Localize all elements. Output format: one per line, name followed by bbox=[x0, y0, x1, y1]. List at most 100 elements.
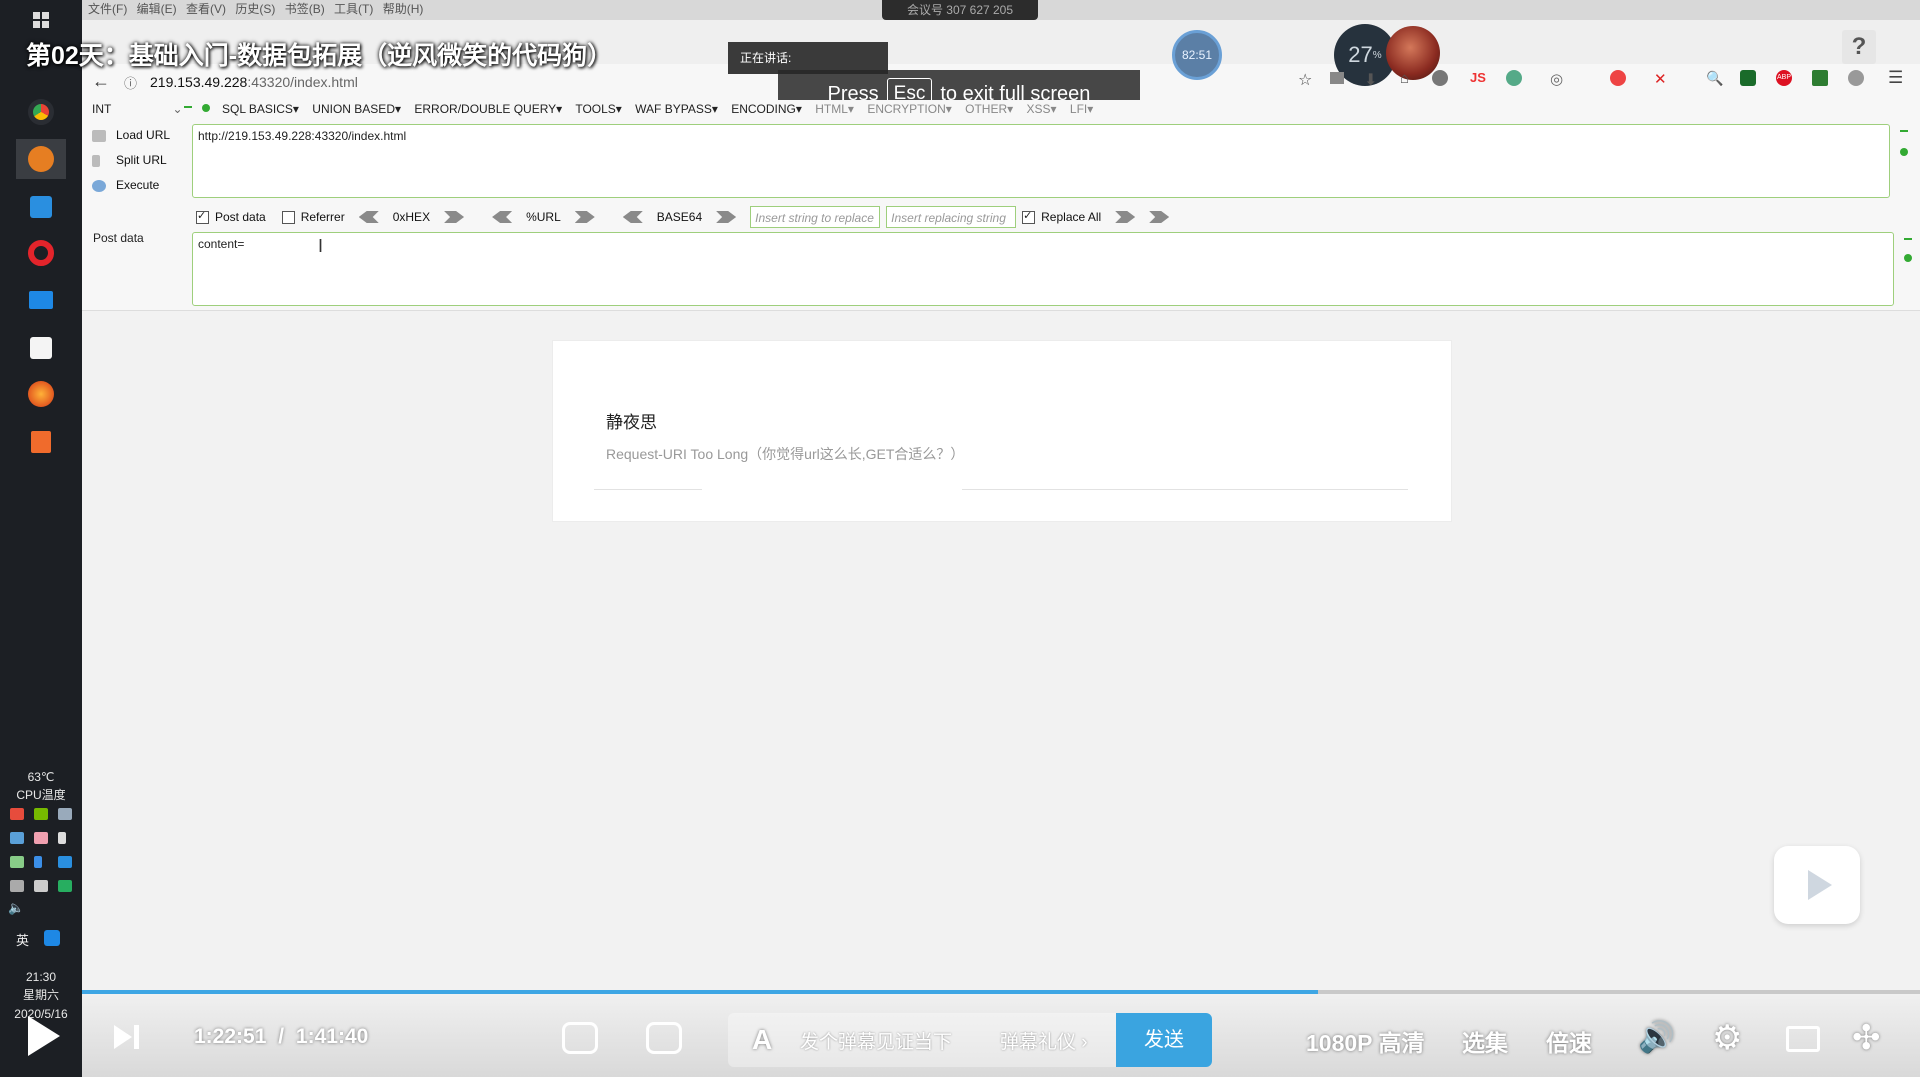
volume-icon[interactable]: 🔈 bbox=[8, 900, 24, 916]
danmaku-settings-icon[interactable] bbox=[646, 1022, 682, 1054]
info-icon[interactable]: ⓘ bbox=[124, 73, 137, 92]
referrer-checkbox[interactable]: Referrer bbox=[281, 210, 345, 225]
load-url-button[interactable]: Load URL bbox=[92, 128, 170, 142]
tray-icon[interactable] bbox=[34, 832, 48, 844]
replacing-string-input[interactable]: Insert replacing string bbox=[886, 206, 1017, 228]
tray-icon[interactable] bbox=[58, 880, 72, 892]
menu-edit[interactable]: 编辑(E) bbox=[137, 0, 177, 17]
minus-icon[interactable] bbox=[184, 106, 192, 108]
tray-icon[interactable] bbox=[58, 808, 72, 820]
search-icon[interactable]: 🔍 bbox=[1706, 70, 1723, 86]
menu-waf-bypass[interactable]: WAF BYPASS▾ bbox=[635, 102, 718, 116]
send-button[interactable]: 发送 bbox=[1116, 1013, 1212, 1067]
adblock-icon[interactable]: ABP bbox=[1776, 70, 1792, 86]
addon-icon[interactable]: ◎ bbox=[1550, 70, 1566, 88]
url-decode-arrow-icon[interactable] bbox=[492, 211, 513, 223]
danmaku-input[interactable]: 发个弹幕见证当下 bbox=[800, 1027, 952, 1054]
chrome-icon[interactable] bbox=[16, 92, 66, 132]
ime-indicator[interactable]: 英 bbox=[16, 930, 29, 949]
url-encode-arrow-icon[interactable] bbox=[574, 211, 595, 223]
floating-play-button[interactable] bbox=[1774, 846, 1860, 924]
plus-icon[interactable] bbox=[202, 104, 210, 112]
quality-button[interactable]: 1080P 高清 bbox=[1306, 1024, 1424, 1058]
post-data-textarea[interactable]: content= bbox=[192, 232, 1894, 306]
firefox-icon[interactable] bbox=[16, 374, 66, 414]
menu-view[interactable]: 查看(V) bbox=[186, 0, 226, 17]
app-blue-icon[interactable] bbox=[16, 187, 66, 227]
fullscreen-icon[interactable]: ✣ bbox=[1852, 1018, 1881, 1058]
url-field[interactable]: 219.153.49.228:43320/index.html bbox=[150, 74, 358, 90]
menu-encryption[interactable]: ENCRYPTION▾ bbox=[867, 102, 951, 116]
help-icon[interactable]: ? bbox=[1842, 30, 1876, 64]
menu-union-based[interactable]: UNION BASED▾ bbox=[312, 102, 401, 116]
tray-icon[interactable] bbox=[10, 832, 24, 844]
opera-icon[interactable] bbox=[16, 233, 66, 273]
picture-in-picture-icon[interactable] bbox=[1786, 1026, 1820, 1052]
episodes-button[interactable]: 选集 bbox=[1462, 1024, 1508, 1058]
menu-sql-basics[interactable]: SQL BASICS▾ bbox=[222, 102, 299, 116]
base64-encode-arrow-icon[interactable] bbox=[716, 211, 737, 223]
star-icon[interactable]: ☆ bbox=[1298, 70, 1314, 89]
menu-html[interactable]: HTML▾ bbox=[815, 102, 854, 116]
back-icon[interactable]: ← bbox=[92, 71, 110, 92]
menu-other[interactable]: OTHER▾ bbox=[965, 102, 1013, 116]
addon-icon[interactable] bbox=[1610, 70, 1626, 86]
minus-icon[interactable] bbox=[1900, 130, 1908, 132]
speed-button[interactable]: 倍速 bbox=[1546, 1024, 1592, 1058]
java-icon[interactable] bbox=[16, 328, 66, 368]
next-icon[interactable] bbox=[114, 1025, 132, 1049]
addon-icon[interactable]: ✕ bbox=[1654, 70, 1670, 88]
tray-icon[interactable] bbox=[10, 856, 24, 868]
js-icon[interactable]: JS bbox=[1470, 70, 1486, 86]
plus-icon[interactable] bbox=[1900, 148, 1908, 156]
base64-decode-arrow-icon[interactable] bbox=[622, 211, 643, 223]
download-icon[interactable]: ⬇ bbox=[1364, 70, 1380, 89]
replace-go-arrow-icon[interactable] bbox=[1115, 211, 1136, 223]
reader-icon[interactable] bbox=[1330, 72, 1344, 84]
split-url-button[interactable]: Split URL bbox=[92, 153, 167, 167]
hex-decode-arrow-icon[interactable] bbox=[358, 211, 379, 223]
addon-icon[interactable] bbox=[1812, 70, 1828, 86]
replace-all-checkbox[interactable]: Replace All bbox=[1022, 209, 1101, 225]
replace-string-input[interactable]: Insert string to replace bbox=[750, 206, 881, 228]
meeting-app-icon[interactable] bbox=[16, 139, 66, 179]
play-icon[interactable] bbox=[28, 1016, 60, 1056]
menu-help[interactable]: 帮助(H) bbox=[383, 0, 424, 17]
minus-icon[interactable] bbox=[1904, 238, 1912, 240]
gear-icon[interactable]: ⚙ bbox=[1712, 1018, 1742, 1058]
tray-icon[interactable] bbox=[34, 880, 48, 892]
plus-icon[interactable] bbox=[1904, 254, 1912, 262]
menu-lfi[interactable]: LFI▾ bbox=[1070, 102, 1093, 116]
post-data-checkbox[interactable]: Post data bbox=[196, 209, 266, 225]
volume-icon[interactable]: 🔊 bbox=[1638, 1020, 1675, 1055]
burpsuite-icon[interactable] bbox=[16, 422, 66, 462]
menu-file[interactable]: 文件(F) bbox=[88, 0, 127, 17]
nvidia-icon[interactable] bbox=[34, 808, 48, 820]
tray-icon[interactable] bbox=[10, 880, 24, 892]
replace-next-arrow-icon[interactable] bbox=[1149, 211, 1170, 223]
addon-icon[interactable] bbox=[1848, 70, 1864, 86]
menu-bookmarks[interactable]: 书签(B) bbox=[285, 0, 325, 17]
url-textarea[interactable]: http://219.153.49.228:43320/index.html bbox=[192, 124, 1890, 198]
menu-encoding[interactable]: ENCODING▾ bbox=[731, 102, 802, 116]
home-icon[interactable]: ⌂ bbox=[1400, 70, 1416, 87]
windows-start-icon[interactable] bbox=[16, 0, 66, 40]
menu-history[interactable]: 历史(S) bbox=[235, 0, 275, 17]
danmaku-toggle-icon[interactable] bbox=[562, 1022, 598, 1054]
microphone-icon[interactable] bbox=[58, 832, 66, 844]
tray-icon[interactable] bbox=[58, 856, 72, 868]
hex-encode-arrow-icon[interactable] bbox=[444, 211, 465, 223]
qq-icon[interactable] bbox=[44, 930, 60, 946]
clock-time[interactable]: 21:30 bbox=[0, 970, 82, 984]
danmaku-style-icon[interactable]: A bbox=[752, 1024, 772, 1056]
menu-tools[interactable]: TOOLS▾ bbox=[575, 102, 621, 116]
execute-button[interactable]: Execute bbox=[92, 178, 159, 192]
menu-icon[interactable]: ☰ bbox=[1888, 68, 1904, 87]
tray-icon[interactable] bbox=[10, 808, 24, 820]
menu-error-double-query[interactable]: ERROR/DOUBLE QUERY▾ bbox=[414, 102, 562, 116]
bluetooth-icon[interactable] bbox=[34, 856, 42, 868]
addon-icon[interactable] bbox=[1432, 70, 1448, 86]
addon-icon[interactable] bbox=[1506, 70, 1522, 86]
danmaku-etiquette-link[interactable]: 弹幕礼仪 › bbox=[1000, 1027, 1088, 1054]
menu-tools[interactable]: 工具(T) bbox=[334, 0, 373, 17]
